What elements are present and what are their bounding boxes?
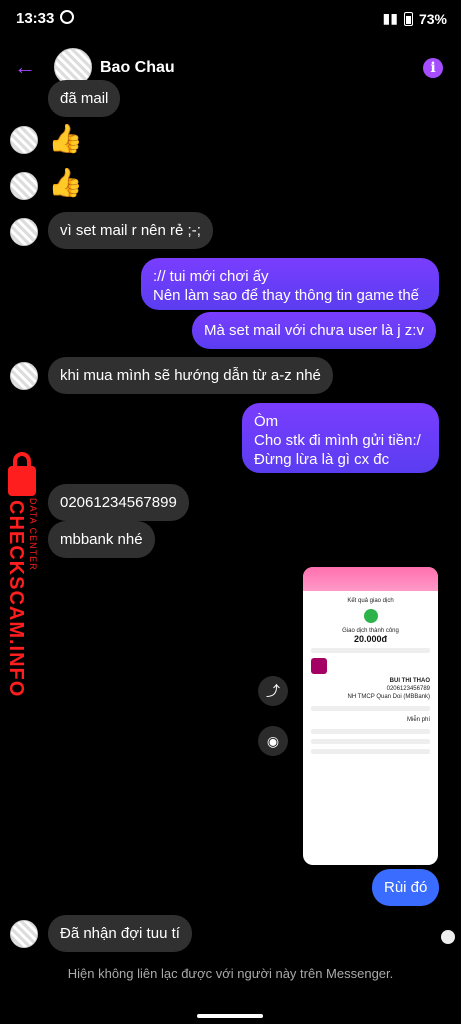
contact-avatar[interactable]	[10, 920, 38, 948]
thumbs-up-icon[interactable]: 👍	[48, 166, 83, 199]
signal-icon: ▮▮	[382, 10, 398, 26]
message-line: Nên làm sao để thay thông tin game thế	[153, 287, 420, 304]
info-icon[interactable]: i	[423, 58, 443, 78]
contact-avatar[interactable]	[10, 362, 38, 390]
receipt-body: Kết quả giao dịch Giao dịch thành công 2…	[303, 591, 438, 765]
battery-icon	[403, 11, 413, 26]
message-bubble-outgoing[interactable]: Òm Cho stk đi mình gửi tiền:/ Đừng lừa l…	[242, 403, 439, 473]
receipt-title: Kết quả giao dịch	[347, 598, 394, 604]
watermark: CHECKSCAM.INFO DATA CENTER	[2, 450, 44, 697]
message-line: Đừng lừa là gì cx đc	[254, 451, 390, 468]
message-bubble-outgoing[interactable]: Rùi đó	[372, 869, 440, 906]
message-bubble-outgoing[interactable]: :// tui mới chơi ấy Nên làm sao để thay …	[141, 258, 439, 310]
status-right: ▮▮ 73%	[383, 10, 447, 27]
receipt-bank: NH TMCP Quan Doi (MBBank)	[347, 694, 430, 700]
camera-icon[interactable]: ◉	[258, 726, 288, 756]
receipt-screenshot[interactable]: Kết quả giao dịch Giao dịch thành công 2…	[303, 567, 438, 865]
arrow-left-icon[interactable]: ←	[14, 54, 36, 80]
share-icon[interactable]: ⤴	[258, 676, 288, 706]
status-time: 13:33	[16, 10, 55, 27]
receipt-account: 0206123456789	[386, 686, 430, 692]
message-bubble-outgoing[interactable]: Mà set mail với chưa user là j z:v	[192, 312, 436, 349]
battery-level: 73%	[418, 10, 447, 27]
unavailable-note: Hiện không liên lạc được với người này t…	[67, 966, 394, 981]
message-line: :// tui mới chơi ấy	[153, 268, 269, 285]
contact-avatar[interactable]	[10, 126, 38, 154]
message-bubble[interactable]: mbbank nhé	[48, 521, 155, 558]
message-line: Cho stk đi mình gửi tiền:/	[254, 432, 421, 449]
message-bubble[interactable]: Đã nhận đợi tuu tí	[48, 915, 192, 952]
receipt-fee: Miễn phí	[406, 717, 430, 723]
success-check-icon	[363, 609, 378, 623]
receipt-recipient: BUI THI THAO	[389, 678, 430, 684]
watermark-sub: DATA CENTER	[28, 498, 38, 571]
momo-logo-icon	[311, 658, 327, 674]
message-bubble[interactable]: vì set mail r nên rẻ ;-;	[48, 212, 213, 249]
contact-avatar[interactable]	[10, 172, 38, 200]
messenger-notification-icon	[60, 10, 74, 24]
lock-body	[8, 466, 36, 496]
thumbs-up-icon[interactable]: 👍	[48, 122, 83, 155]
message-bubble[interactable]: 02061234567899	[48, 484, 189, 521]
status-bar: 13:33 ▮▮ 73%	[0, 0, 461, 38]
receipt-header	[303, 567, 438, 591]
contact-name[interactable]: Bao Chau	[100, 59, 175, 77]
watermark-brand: CHECKSCAM.INFO	[5, 500, 27, 698]
receipt-amount: 20.000đ	[353, 634, 388, 644]
message-line: Òm	[254, 413, 279, 430]
seen-avatar-icon	[441, 930, 455, 944]
home-indicator[interactable]	[197, 1014, 263, 1018]
contact-avatar[interactable]	[10, 218, 38, 246]
message-bubble[interactable]: khi mua mình sẽ hướng dẫn từ a-z nhé	[48, 357, 333, 394]
message-bubble[interactable]: đã mail	[48, 80, 121, 117]
